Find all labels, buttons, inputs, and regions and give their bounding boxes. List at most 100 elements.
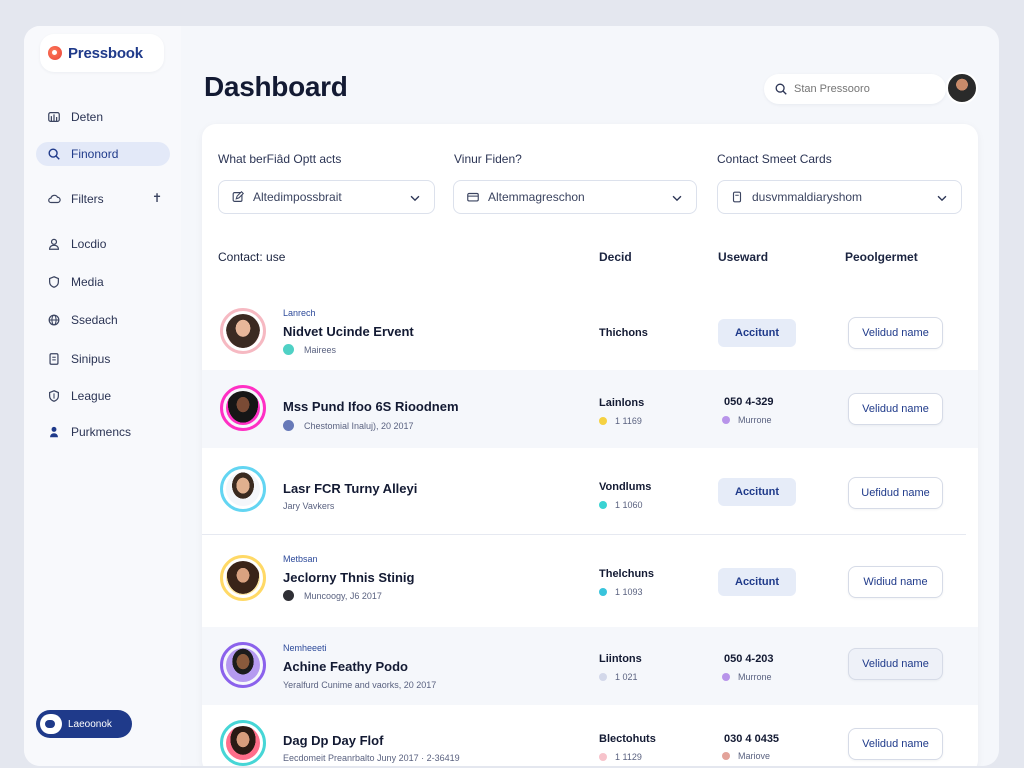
row-decid-sub: 1 1060 (599, 500, 643, 510)
column-header-contact[interactable]: Contact: use (218, 250, 285, 264)
row-name: Lasr FCR Turny Alleyi (283, 481, 418, 496)
status-dot (283, 420, 294, 431)
edit-icon (232, 191, 244, 202)
row-name: Mss Pund Ifoo 6S Rioodnem (283, 399, 459, 414)
sidebar-item-locdio[interactable]: Locdio (36, 232, 170, 256)
row-action-button[interactable]: Velidud name (848, 393, 943, 425)
row-action-button[interactable]: Uefidud name (848, 477, 943, 509)
user-avatar[interactable] (946, 72, 978, 104)
document-icon (46, 352, 61, 367)
row-decid-sub: 1 021 (599, 672, 638, 682)
sidebar-item-filters[interactable]: Filters ✝ (36, 187, 170, 211)
row-decid-value: 1 1169 (615, 416, 642, 426)
row-useward-title: 050 4-203 (724, 653, 774, 665)
accept-button[interactable]: Accitunt (718, 478, 796, 506)
status-dot (722, 416, 730, 424)
row-decid-title: Thichons (599, 327, 648, 339)
sidebar-item-label: League (71, 389, 112, 403)
row-action-button[interactable]: Widiud name (848, 566, 943, 598)
card-icon (467, 192, 479, 202)
filter-select-1[interactable]: Altedimpossbrait (218, 180, 435, 214)
cloud-icon (46, 192, 61, 207)
row-useward-title: 050 4-329 (724, 396, 774, 408)
filter-select-3[interactable]: dusvmmaldiaryshom (717, 180, 962, 214)
column-header-peoolgermet[interactable]: Peoolgermet (845, 250, 918, 264)
search-icon (775, 83, 787, 95)
row-decid-title: Blectohuts (599, 733, 656, 745)
filter-select-2[interactable]: Altemmagreschon (453, 180, 697, 214)
row-sub: Mairees (283, 344, 336, 355)
column-header-decid[interactable]: Decid (599, 250, 632, 264)
filter-label-1: What berFiâd Optt acts (218, 152, 342, 166)
table-row[interactable]: Lanrech Nidvet Ucinde Ervent Mairees Thi… (202, 274, 978, 370)
row-useward-value: Murrone (738, 672, 772, 682)
row-sub: Jary Vavkers (283, 501, 334, 511)
accept-button[interactable]: Accitunt (718, 568, 796, 596)
sidebar-item-sinipus[interactable]: Sinipus (36, 347, 170, 371)
row-action-button[interactable]: Velidud name (848, 728, 943, 760)
sidebar-item-label: Ssedach (71, 313, 118, 327)
search-bar[interactable] (764, 74, 946, 104)
sidebar-item-label: Sinipus (71, 352, 111, 366)
row-sub-text: Yeralfurd Cunime and vaorks, 20 2017 (283, 680, 437, 690)
status-dot (283, 590, 294, 601)
row-action-button[interactable]: Velidud name (848, 648, 943, 680)
search-input[interactable] (794, 83, 924, 95)
chevron-down-icon (410, 195, 420, 202)
row-sub: Chestomial Inaluj), 20 2017 (283, 420, 414, 431)
row-tag: Metbsan (283, 554, 318, 564)
row-name: Achine Feathy Podo (283, 659, 408, 674)
table-row[interactable]: Nemheeeti Achine Feathy Podo Yeralfurd C… (202, 627, 978, 705)
row-useward-sub: Murrone (722, 415, 772, 425)
row-decid-title: Liintons (599, 653, 642, 665)
table-row[interactable]: Metbsan Jeclorny Thnis Stinig Muncoogy, … (202, 535, 978, 627)
column-header-useward[interactable]: Useward (718, 250, 768, 264)
row-name: Dag Dp Day Flof (283, 733, 384, 748)
row-decid-sub: 1 1129 (599, 752, 642, 762)
row-decid-title: Lainlons (599, 397, 645, 409)
sidebar-item-deten[interactable]: Deten (36, 105, 170, 129)
avatar (220, 642, 266, 688)
page-title: Dashboard (204, 71, 348, 102)
avatar (220, 555, 266, 601)
status-dot (599, 588, 607, 596)
row-name: Nidvet Ucinde Ervent (283, 324, 414, 339)
sidebar-item-purkmencs[interactable]: Purkmencs (36, 420, 170, 444)
sidebar-item-media[interactable]: Media (36, 270, 170, 294)
sidebar-item-label: Locdio (71, 237, 107, 251)
pin-icon[interactable]: ✝ (152, 191, 162, 205)
status-dot (722, 673, 730, 681)
row-decid-value: 1 1060 (615, 500, 643, 510)
row-decid-value: 1 1129 (615, 752, 642, 762)
row-name: Jeclorny Thnis Stinig (283, 570, 415, 585)
logo-icon (48, 46, 62, 60)
table-row[interactable]: Lasr FCR Turny Alleyi Jary Vavkers Vondl… (202, 448, 978, 535)
search-icon (46, 147, 61, 162)
toggle-label: Laeoonok (68, 718, 112, 730)
row-decid-value: 1 1093 (615, 587, 643, 597)
chevron-down-icon (937, 195, 947, 202)
row-action-button[interactable]: Velidud name (848, 317, 943, 349)
shield-icon (46, 389, 61, 404)
person-icon (46, 425, 61, 440)
row-useward-value: Murrone (738, 415, 772, 425)
row-sub: Muncoogy, J6 2017 (283, 590, 382, 601)
user-icon (46, 237, 61, 252)
brand-logo[interactable]: Pressbook (40, 34, 164, 72)
sidebar-item-label: Deten (71, 110, 104, 124)
sidebar-item-league[interactable]: League (36, 384, 170, 408)
row-decid-sub: 1 1169 (599, 416, 642, 426)
theme-toggle[interactable]: Laeoonok (36, 710, 132, 738)
table-row[interactable]: Dag Dp Day Flof Eecdomeit Preanrbalto Ju… (202, 705, 978, 766)
sidebar-item-ssedach[interactable]: Ssedach (36, 308, 170, 332)
row-sub-text: Mairees (304, 344, 337, 355)
avatar (220, 466, 266, 512)
toggle-knob-icon (40, 714, 62, 734)
accept-button[interactable]: Accitunt (718, 319, 796, 347)
table-row[interactable]: Mss Pund Ifoo 6S Rioodnem Chestomial Ina… (202, 370, 978, 448)
row-sub-text: Muncoogy, J6 2017 (304, 590, 382, 601)
avatar (220, 308, 266, 354)
sidebar-item-finonord[interactable]: Finonord (36, 142, 170, 166)
row-sub-text: Chestomial Inaluj), 20 2017 (304, 420, 414, 431)
row-decid-title: Vondlums (599, 481, 652, 493)
